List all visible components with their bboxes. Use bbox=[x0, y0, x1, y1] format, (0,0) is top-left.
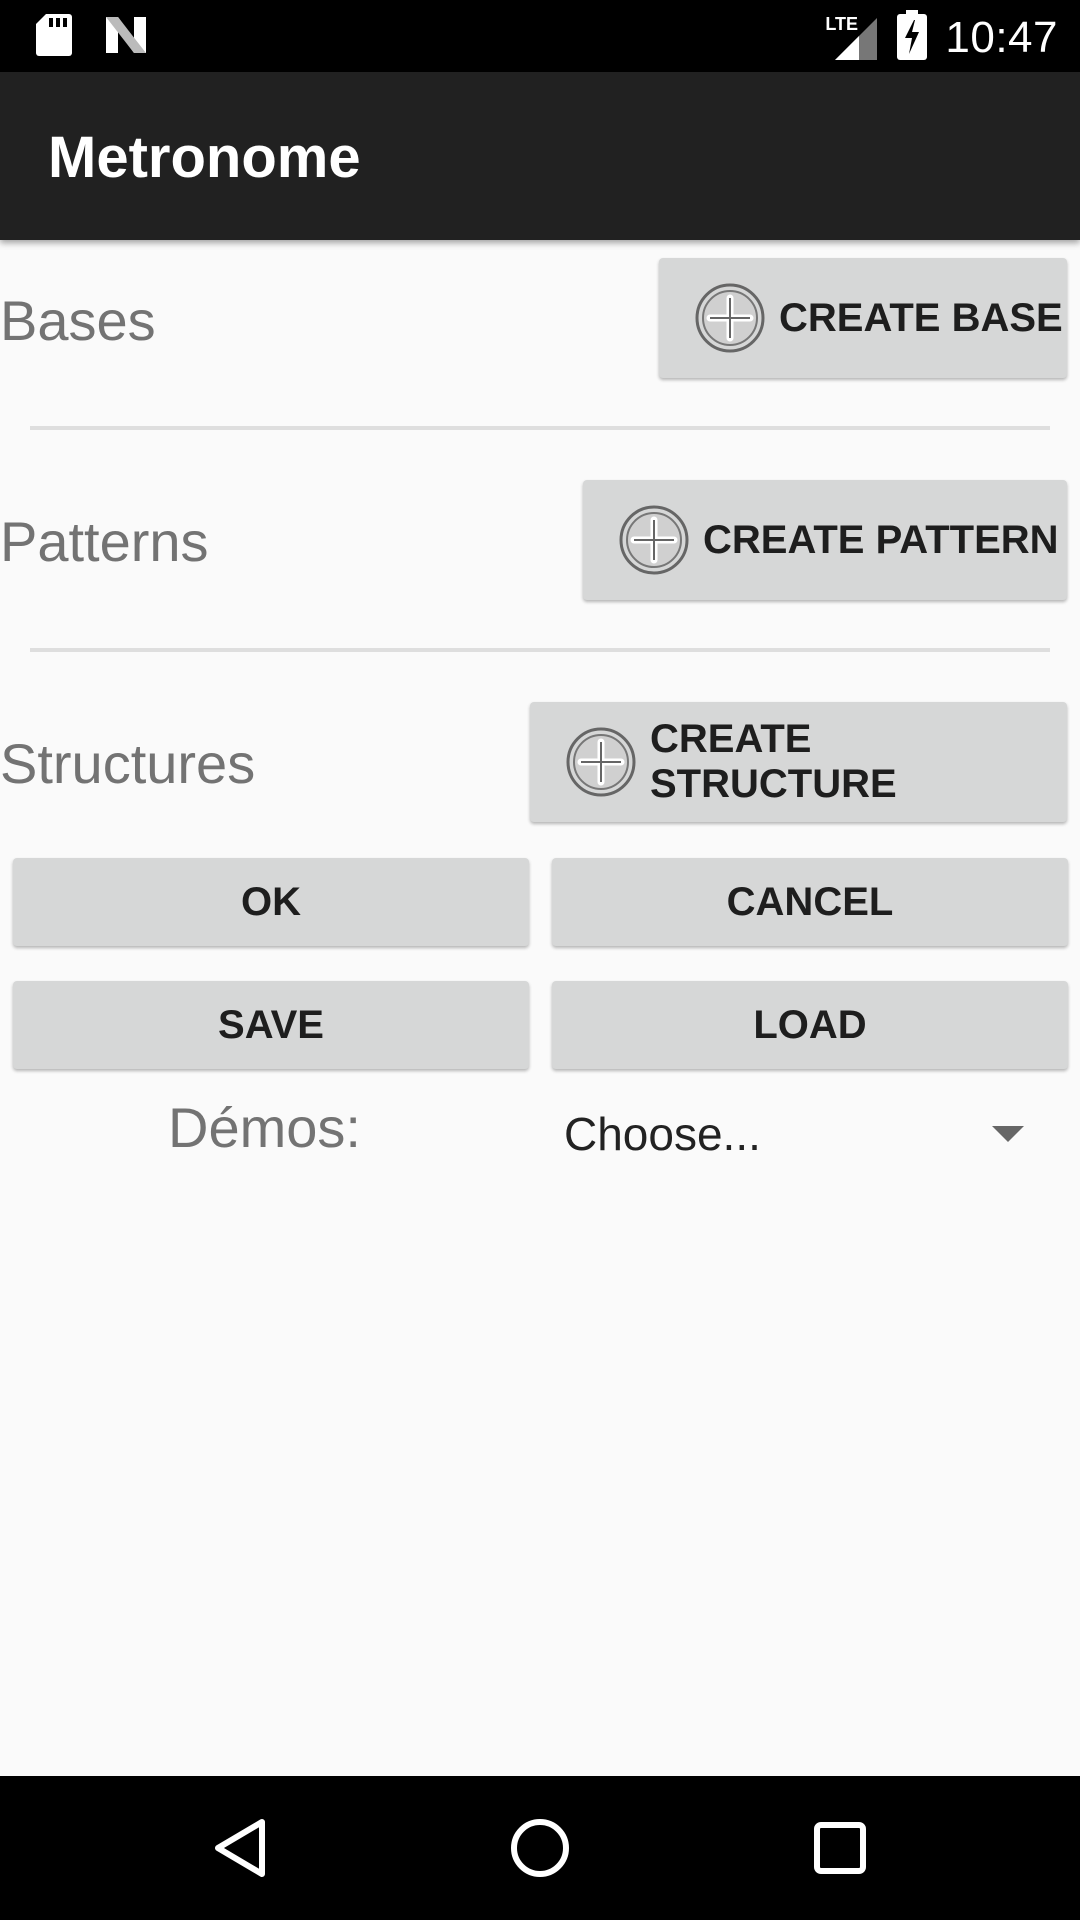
divider bbox=[30, 426, 1050, 430]
create-structure-label: CREATE STRUCTURE bbox=[650, 717, 897, 806]
bases-label: Bases bbox=[0, 289, 156, 352]
dropdown-arrow-icon bbox=[992, 1126, 1024, 1142]
create-base-button[interactable]: CREATE BASE bbox=[659, 258, 1067, 378]
create-pattern-label: CREATE PATTERN bbox=[703, 517, 1059, 562]
sd-card-icon bbox=[36, 14, 72, 61]
signal-icon: LTE bbox=[823, 14, 879, 62]
network-type-label: LTE bbox=[825, 13, 859, 34]
battery-charging-icon bbox=[897, 10, 928, 65]
demos-spinner[interactable]: Choose... bbox=[564, 1100, 1044, 1168]
add-circle-icon bbox=[566, 727, 636, 797]
divider bbox=[30, 648, 1050, 652]
n-logo-icon bbox=[104, 15, 148, 60]
cancel-button[interactable]: CANCEL bbox=[552, 858, 1068, 946]
structures-label: Structures bbox=[0, 732, 256, 795]
navigation-bar bbox=[0, 1776, 1080, 1920]
load-button[interactable]: LOAD bbox=[552, 981, 1068, 1069]
ok-button[interactable]: OK bbox=[13, 858, 529, 946]
status-time: 10:47 bbox=[945, 12, 1058, 62]
home-icon[interactable] bbox=[508, 1816, 572, 1880]
create-structure-button[interactable]: CREATE STRUCTURE bbox=[530, 702, 1067, 822]
add-circle-icon bbox=[619, 505, 689, 575]
status-bar: LTE 10:47 bbox=[0, 0, 1080, 72]
patterns-label: Patterns bbox=[0, 510, 209, 573]
add-circle-icon bbox=[695, 283, 765, 353]
back-icon[interactable] bbox=[208, 1816, 272, 1880]
save-button[interactable]: SAVE bbox=[13, 981, 529, 1069]
demos-label: Démos: bbox=[168, 1096, 361, 1159]
create-base-label: CREATE BASE bbox=[779, 295, 1063, 340]
demos-selected-value: Choose... bbox=[564, 1108, 761, 1160]
app-title: Metronome bbox=[48, 125, 361, 190]
app-bar: Metronome bbox=[0, 72, 1080, 240]
recents-icon[interactable] bbox=[808, 1816, 872, 1880]
create-pattern-button[interactable]: CREATE PATTERN bbox=[583, 480, 1067, 600]
